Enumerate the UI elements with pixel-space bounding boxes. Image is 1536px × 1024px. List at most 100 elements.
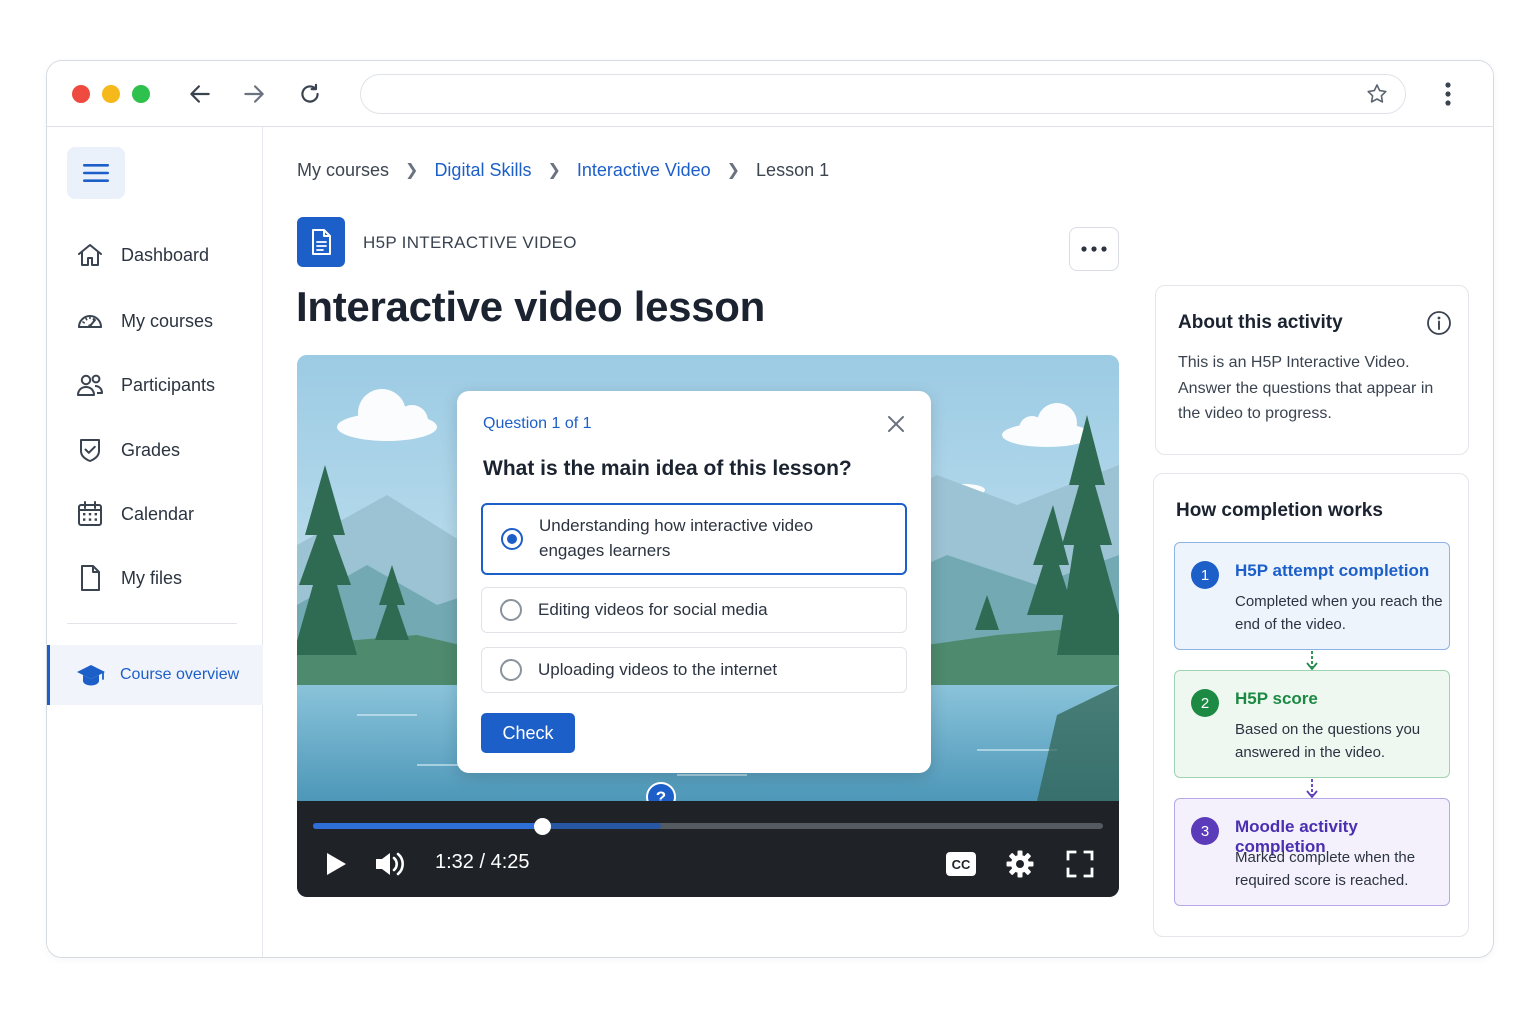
browser-menu-button[interactable] xyxy=(1433,79,1463,109)
star-icon[interactable] xyxy=(1365,82,1389,106)
completion-title: How completion works xyxy=(1176,500,1383,521)
forward-button[interactable] xyxy=(239,79,269,109)
answer-label: Editing videos for social media xyxy=(538,599,768,619)
hamburger-icon xyxy=(83,164,109,182)
volume-button[interactable] xyxy=(373,847,407,881)
step-title: H5P score xyxy=(1235,689,1318,708)
activity-type-badge xyxy=(297,217,345,267)
gear-icon xyxy=(1006,850,1034,878)
browser-window: Dashboard My courses Participants Grades… xyxy=(46,60,1494,958)
sidebar-item-label: Course overview xyxy=(120,666,240,683)
document-icon xyxy=(312,229,331,255)
completion-step-3: 3 Moodle activity completion Marked comp… xyxy=(1174,798,1450,906)
step-number: 3 xyxy=(1191,817,1219,845)
gauge-icon xyxy=(78,315,102,328)
step-number: 2 xyxy=(1191,689,1219,717)
breadcrumb-lesson-1: Lesson 1 xyxy=(756,159,830,180)
quiz-dialog: Question 1 of 1 What is the main idea of… xyxy=(457,391,931,773)
settings-button[interactable] xyxy=(1003,847,1037,881)
closed-captions-icon: CC xyxy=(946,852,976,876)
sidebar-item-my-files[interactable]: My files xyxy=(75,558,182,598)
completion-step-2: 2 H5P score Based on the questions you a… xyxy=(1174,670,1450,778)
close-icon[interactable] xyxy=(885,413,907,435)
question-counter: Question 1 of 1 xyxy=(483,415,592,432)
breadcrumb-digital-skills[interactable]: Digital Skills xyxy=(434,160,531,181)
played-bar xyxy=(313,823,543,829)
play-button[interactable] xyxy=(319,847,353,881)
sidebar-item-label: Calendar xyxy=(121,503,195,524)
breadcrumb-interactive-video[interactable]: Interactive Video xyxy=(577,160,711,181)
sidebar-item-label: Dashboard xyxy=(121,244,210,265)
step-description: Marked complete when the required score … xyxy=(1235,849,1416,889)
answer-option-3[interactable]: Uploading videos to the internet xyxy=(481,647,907,693)
more-actions-button[interactable] xyxy=(1069,227,1119,271)
sidebar: Dashboard My courses Participants Grades… xyxy=(47,127,263,957)
activity-type-label: H5P INTERACTIVE VIDEO xyxy=(363,233,577,252)
maximize-window-button[interactable] xyxy=(132,85,150,103)
reload-icon xyxy=(301,83,319,103)
sidebar-item-participants[interactable]: Participants xyxy=(75,365,215,405)
sidebar-item-label: Participants xyxy=(121,374,216,395)
play-icon xyxy=(327,853,346,875)
question-text: What is the main idea of this lesson? xyxy=(483,457,852,480)
step-number: 1 xyxy=(1191,561,1219,589)
sidebar-item-dashboard[interactable]: Dashboard xyxy=(75,235,209,275)
breadcrumb-my-courses[interactable]: My courses xyxy=(297,160,389,181)
more-horizontal-icon xyxy=(1081,246,1107,252)
sidebar-item-my-courses[interactable]: My courses xyxy=(75,301,213,341)
sidebar-item-course-overview[interactable]: Course overview xyxy=(47,645,263,705)
sidebar-divider xyxy=(67,623,237,624)
people-icon xyxy=(77,374,103,396)
arrow-left-icon xyxy=(190,85,210,103)
about-activity-card: About this activity This is an H5P Inter… xyxy=(1155,285,1469,455)
chevron-right-icon: ❯ xyxy=(726,162,741,179)
about-text: This is an H5P Interactive Video. Answer… xyxy=(1178,354,1434,423)
file-icon xyxy=(81,565,100,591)
radio-selected[interactable] xyxy=(501,528,523,550)
check-button[interactable]: Check xyxy=(481,713,575,753)
volume-icon xyxy=(376,852,404,876)
answer-label: Uploading videos to the internet xyxy=(538,659,778,679)
video-player[interactable]: Question 1 of 1 What is the main idea of… xyxy=(297,355,1119,897)
answer-option-1[interactable]: Understanding how interactive video enga… xyxy=(481,503,907,575)
back-button[interactable] xyxy=(185,79,215,109)
progress-bar[interactable] xyxy=(313,818,1103,835)
answer-label: Understanding how interactive video enga… xyxy=(539,516,814,560)
radio-unselected[interactable] xyxy=(500,659,522,681)
answer-option-2[interactable]: Editing videos for social media xyxy=(481,587,907,633)
breadcrumb: My courses ❯ Digital Skills ❯ Interactiv… xyxy=(297,157,829,183)
sidebar-item-label: My courses xyxy=(121,310,214,331)
kebab-icon xyxy=(1445,82,1451,106)
progress-thumb[interactable] xyxy=(534,818,552,835)
completion-step-1: 1 H5P attempt completion Completed when … xyxy=(1174,542,1450,650)
minimize-window-button[interactable] xyxy=(102,85,120,103)
step-description: Based on the questions you answered in t… xyxy=(1235,721,1421,761)
close-window-button[interactable] xyxy=(72,85,90,103)
sidebar-item-grades[interactable]: Grades xyxy=(75,430,180,470)
calendar-icon xyxy=(78,501,102,526)
about-title: About this activity xyxy=(1178,312,1343,333)
arrow-right-icon xyxy=(244,85,264,103)
captions-button[interactable]: CC xyxy=(943,847,979,881)
address-bar[interactable] xyxy=(360,74,1406,114)
browser-toolbar xyxy=(47,61,1493,127)
menu-toggle-button[interactable] xyxy=(67,147,125,199)
sidebar-item-label: My files xyxy=(121,567,183,588)
graduation-cap-icon xyxy=(77,665,105,686)
home-icon xyxy=(78,244,102,266)
step-description: Completed when you reach the end of the … xyxy=(1235,593,1443,633)
radio-unselected[interactable] xyxy=(500,599,522,621)
fullscreen-icon xyxy=(1066,850,1094,878)
arrow-down-icon xyxy=(1306,779,1318,799)
page-title: Interactive video lesson xyxy=(296,283,765,330)
reload-button[interactable] xyxy=(295,79,325,109)
arrow-down-icon xyxy=(1306,651,1318,671)
chevron-right-icon: ❯ xyxy=(405,162,419,179)
fullscreen-button[interactable] xyxy=(1063,847,1097,881)
info-icon[interactable] xyxy=(1426,310,1452,336)
step-title: H5P attempt completion xyxy=(1235,561,1430,580)
sidebar-item-calendar[interactable]: Calendar xyxy=(75,494,194,534)
shield-check-icon xyxy=(80,439,100,462)
completion-card: How completion works 1 H5P attempt compl… xyxy=(1153,473,1469,937)
cc-label: CC xyxy=(952,857,971,872)
